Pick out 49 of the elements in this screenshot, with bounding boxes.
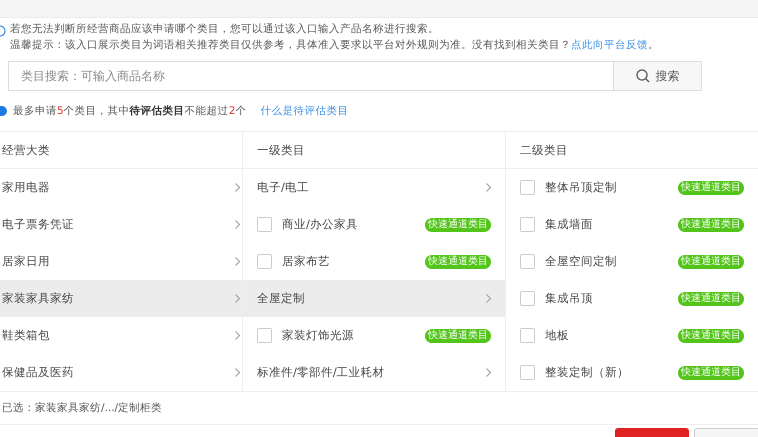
- checkbox[interactable]: [257, 217, 272, 232]
- checkbox[interactable]: [520, 365, 535, 380]
- fast-track-tag: 快速通道类目: [678, 180, 744, 194]
- chevron-right-icon: [486, 368, 491, 377]
- checkbox[interactable]: [520, 291, 535, 306]
- fast-track-tag: 快速通道类目: [678, 292, 744, 306]
- fast-track-tag: 快速通道类目: [678, 254, 744, 268]
- chevron-right-icon: [235, 257, 240, 266]
- fast-track-tag: 快速通道类目: [678, 218, 744, 232]
- fast-track-tag: 快速通道类目: [678, 366, 744, 380]
- chevron-right-icon: [235, 220, 240, 229]
- limit-note: 最多申请5个类目，其中待评估类目不能超过2个: [13, 104, 246, 118]
- chevron-right-icon: [235, 331, 240, 340]
- chevron-right-icon: [235, 294, 240, 303]
- category-label: 地板: [545, 328, 570, 343]
- search-button[interactable]: 搜索: [613, 62, 701, 90]
- category-label: 全屋空间定制: [545, 254, 618, 269]
- search-icon: [636, 69, 650, 83]
- checkbox[interactable]: [257, 328, 272, 343]
- chevron-right-icon: [235, 368, 240, 377]
- fast-track-tag: 快速通道类目: [425, 218, 491, 232]
- chevron-right-icon: [486, 183, 491, 192]
- category-label: 居家布艺: [282, 254, 331, 269]
- selected-path: 已选：家装家具家纺/.../定制柜类: [2, 401, 162, 415]
- chevron-right-icon: [235, 183, 240, 192]
- checkbox[interactable]: [520, 328, 535, 343]
- checkbox[interactable]: [520, 217, 535, 232]
- category-label: 整体吊顶定制: [545, 180, 618, 195]
- category-label: 家装灯饰光源: [282, 328, 355, 343]
- column-header: 二级类目: [520, 142, 568, 158]
- search-field[interactable]: 类目搜索：可输入商品名称 搜索: [8, 61, 702, 91]
- column-header: 经营大类: [2, 142, 50, 158]
- category-label: 整装定制（新）: [545, 365, 630, 380]
- fast-track-tag: 快速通道类目: [425, 254, 491, 268]
- category-label: 商业/办公家具: [282, 217, 359, 232]
- category-item[interactable]: 全屋定制: [243, 280, 505, 317]
- category-label: 集成墙面: [545, 217, 594, 232]
- notice-text: 若您无法判断所经营商品应该申请哪个类目，您可以通过该入口输入产品名称进行搜索。: [10, 22, 440, 36]
- checkbox[interactable]: [257, 254, 272, 269]
- column-header: 一级类目: [257, 142, 305, 158]
- category-label: 集成吊顶: [545, 291, 594, 306]
- tip-text: 温馨提示：该入口展示类目为词语相关推荐类目仅供参考，具体准入要求以平台对外规则为准。没有找到相关类目？点此向平台反馈。: [10, 38, 659, 52]
- info-icon: [0, 25, 6, 37]
- fast-track-tag: 快速通道类目: [425, 328, 491, 342]
- fast-track-tag: 快速通道类目: [678, 328, 744, 342]
- chevron-right-icon: [486, 294, 491, 303]
- category-item[interactable]: 家装家具家纺: [0, 280, 242, 317]
- checkbox[interactable]: [520, 180, 535, 195]
- checkbox[interactable]: [520, 254, 535, 269]
